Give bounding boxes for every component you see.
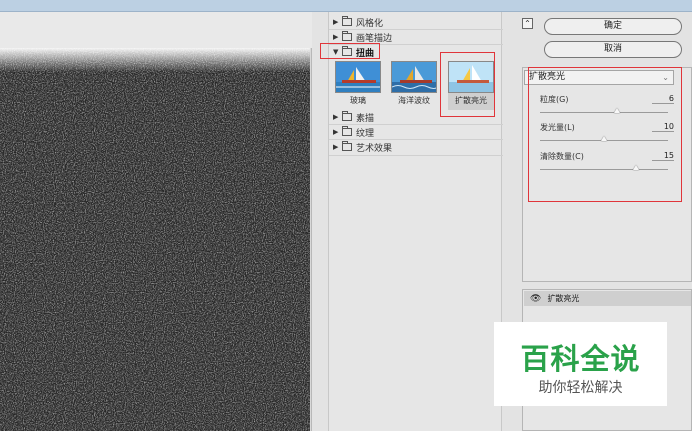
thumbnail-glass[interactable]: 玻璃 [335, 61, 381, 106]
layer-label: 扩散亮光 [547, 294, 580, 303]
category-sketch[interactable]: ▶ 素描 [329, 110, 503, 124]
category-stylize[interactable]: ▶ 风格化 [329, 15, 503, 29]
thumbnail-label: 扩散亮光 [455, 96, 487, 105]
category-label: 画笔描边 [356, 33, 393, 44]
thumbnail-diffuse-glow[interactable]: 扩散亮光 [448, 61, 494, 110]
watermark-title: 百科全说 [520, 342, 641, 376]
thumbnail-label: 海洋波纹 [398, 96, 430, 105]
category-artistic[interactable]: ▶ 艺术效果 [329, 140, 503, 154]
param-label: 发光量(L) [540, 123, 575, 132]
category-label: 艺术效果 [356, 143, 393, 154]
effect-layer-row[interactable]: 👁 扩散亮光 [524, 291, 691, 306]
folder-icon [342, 126, 352, 136]
thumbnail-label: 玻璃 [350, 96, 366, 105]
expand-arrow-icon: ▶ [333, 18, 339, 26]
category-label: 素描 [356, 113, 375, 124]
filter-select-dropdown[interactable]: 扩散亮光 ⌄ [524, 70, 674, 85]
expand-arrow-icon: ▶ [333, 143, 339, 151]
category-label: 扭曲 [356, 48, 375, 59]
expand-arrow-icon: ▶ [333, 128, 339, 136]
slider-track[interactable] [540, 169, 668, 170]
diffuse-glow-thumbnail-image [448, 61, 494, 93]
slider-track[interactable] [540, 112, 668, 113]
category-label: 风格化 [356, 18, 384, 29]
param-value-input[interactable]: 6 [652, 94, 674, 104]
folder-icon [342, 16, 352, 26]
thumbnail-ocean-ripple[interactable]: 海洋波纹 [391, 61, 437, 106]
slider-knob[interactable] [633, 165, 639, 170]
param-glow-amount: 发光量(L) 10 [536, 122, 682, 152]
category-distort[interactable]: ▼ 扭曲 [329, 45, 503, 59]
cancel-button[interactable]: 取消 [544, 41, 682, 58]
param-value-input[interactable]: 15 [652, 151, 674, 161]
folder-open-icon [342, 46, 352, 56]
param-clear-amount: 清除数量(C) 15 [536, 151, 682, 181]
preview-panel [0, 12, 312, 431]
watermark-subtitle: 助你轻松解决 [538, 380, 623, 396]
collapse-arrow-icon: ▼ [333, 48, 339, 56]
param-label: 清除数量(C) [540, 152, 584, 161]
filter-select-value: 扩散亮光 [529, 72, 566, 82]
param-label: 粒度(G) [540, 95, 569, 104]
param-graininess: 粒度(G) 6 [536, 94, 682, 124]
preview-canvas[interactable] [0, 48, 310, 431]
slider-knob[interactable] [613, 108, 620, 113]
folder-icon [342, 111, 352, 121]
preview-top-strip [0, 12, 312, 48]
expand-arrow-icon: ▶ [333, 33, 339, 41]
ocean-ripple-thumbnail-image [391, 61, 437, 93]
param-value-input[interactable]: 10 [652, 122, 674, 132]
title-bar [0, 0, 692, 12]
watermark-overlay: 百科全说 助你轻松解决 [494, 322, 667, 406]
glass-thumbnail-image [335, 61, 381, 93]
chevron-down-icon: ⌄ [662, 73, 669, 82]
diffuse-glow-noise-preview [0, 48, 310, 431]
folder-icon [342, 141, 352, 151]
slider-knob[interactable] [601, 136, 607, 141]
category-label: 纹理 [356, 128, 375, 139]
expand-arrow-icon: ▶ [333, 113, 339, 121]
folder-icon [342, 31, 352, 41]
category-brush-strokes[interactable]: ▶ 画笔描边 [329, 30, 503, 44]
category-texture[interactable]: ▶ 纹理 [329, 125, 503, 139]
filter-gallery: ▶ 风格化 ▶ 画笔描边 ▼ 扭曲 玻璃 海洋波纹 扩散亮光 ▶ 素描 ▶ 纹理… [328, 12, 503, 431]
ok-button[interactable]: 确定 [544, 18, 682, 35]
eye-visibility-icon[interactable]: 👁 [530, 294, 541, 304]
collapse-gallery-button[interactable]: ⌃ [522, 18, 533, 29]
